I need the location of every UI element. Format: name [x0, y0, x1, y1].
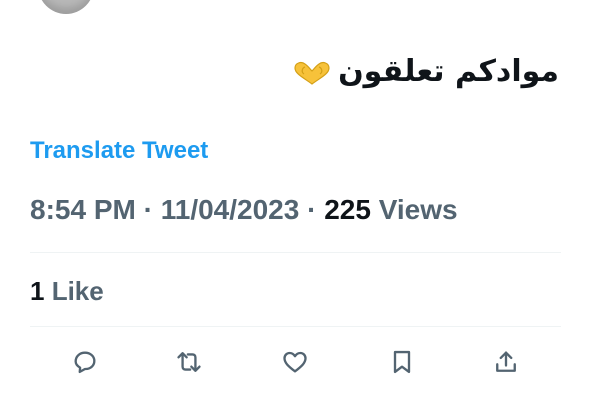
- divider: [30, 326, 561, 327]
- retweet-button[interactable]: [171, 346, 207, 382]
- like-button[interactable]: [277, 346, 313, 382]
- heart-icon: [281, 348, 309, 380]
- tweet-date[interactable]: 11/04/2023: [161, 194, 300, 225]
- meta-separator: ·: [307, 194, 317, 225]
- likes-count: 1: [30, 276, 45, 306]
- share-button[interactable]: [488, 346, 524, 382]
- translate-tweet-link[interactable]: Translate Tweet: [30, 137, 208, 165]
- bookmark-button[interactable]: [384, 346, 420, 382]
- tweet-meta: 8:54 PM · 11/04/2023 · 225 Views: [30, 194, 458, 226]
- tweet-time[interactable]: 8:54 PM: [30, 194, 136, 225]
- share-icon: [492, 348, 520, 380]
- retweet-icon: [175, 348, 203, 380]
- comment-icon: [71, 348, 99, 380]
- likes-label: Like: [51, 276, 104, 306]
- likes-summary[interactable]: 1 Like: [30, 276, 104, 307]
- views-label: Views: [378, 194, 458, 225]
- action-bar: [0, 346, 591, 386]
- divider: [30, 252, 561, 253]
- avatar[interactable]: [38, 0, 94, 14]
- tweet-text-row: موادكم تعلقون: [292, 54, 559, 89]
- views-count: 225: [324, 194, 371, 225]
- meta-separator: ·: [143, 194, 153, 225]
- reply-button[interactable]: [67, 346, 103, 382]
- heart-hands-icon: [292, 59, 332, 85]
- bookmark-icon: [388, 348, 416, 380]
- tweet-text: موادكم تعلقون: [338, 54, 559, 89]
